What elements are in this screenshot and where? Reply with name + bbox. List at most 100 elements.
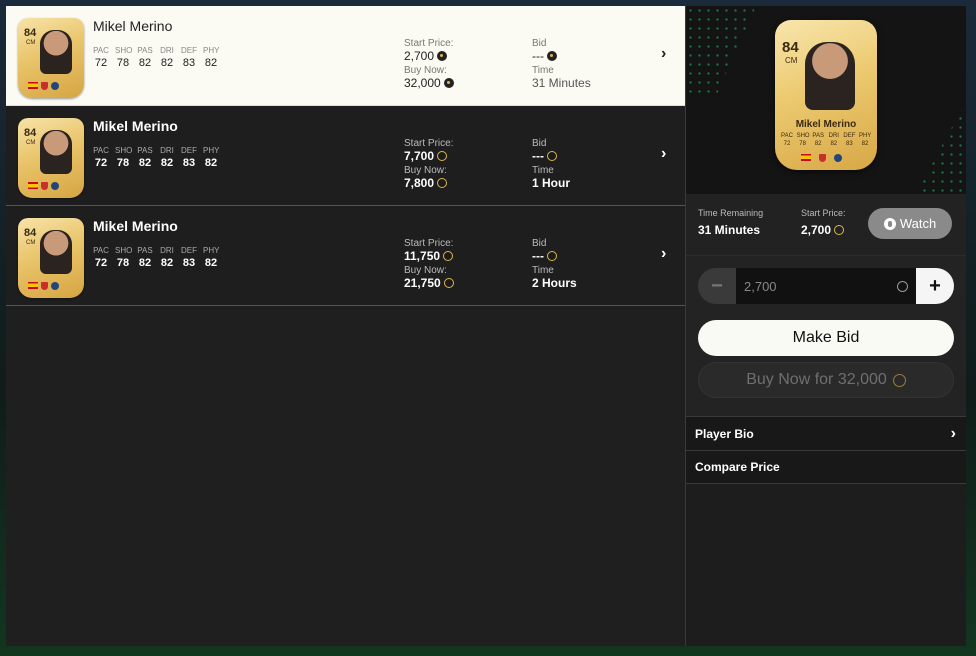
detail-menu: Player Bio › Compare Price [686, 416, 966, 484]
stat-pas: PAS 82 [137, 146, 153, 169]
club-badge-icon [51, 82, 59, 90]
start-price-amount: 2,700 [404, 49, 435, 63]
stat-value: 78 [116, 57, 130, 69]
stat-value: 83 [182, 57, 196, 69]
bid-label: Bid [532, 38, 547, 49]
stat-label: PAS [137, 146, 153, 155]
player-portrait [40, 130, 72, 174]
time-label: Time [532, 65, 554, 76]
card-position: CM [26, 40, 36, 46]
stat-phy: PHY 82 [203, 246, 219, 269]
listing-row[interactable]: 84 CM Mikel Merino PAC 72 SHO 78 PAS 82 DRI 82 DEF 8… [6, 6, 685, 106]
time-label: Time [532, 265, 554, 276]
stat-label: PHY [203, 46, 220, 55]
bid-label: Bid [532, 238, 547, 249]
coin-icon [437, 178, 448, 188]
coin-icon [892, 373, 906, 387]
stat-def: DEF 83 [181, 146, 197, 169]
league-badge-icon [41, 82, 48, 90]
bid-stepper: − 2,700 + [698, 268, 954, 304]
league-badge-icon [41, 282, 48, 290]
stat-value: 83 [182, 157, 196, 169]
stat-def: DEF 83 [181, 246, 197, 269]
stat-label: DRI [160, 46, 174, 55]
stat-pas: PAS 82 [137, 46, 153, 69]
card-stat-pac: PAC 72 [781, 132, 793, 148]
stat-def: DEF 83 [181, 46, 197, 69]
coin-icon [443, 278, 454, 288]
start-price-label: Start Price: [404, 238, 454, 249]
club-badge-icon [51, 182, 59, 190]
spain-flag-icon [801, 154, 811, 161]
start-price-block: Start Price: 2,700 [801, 208, 846, 237]
player-card-thumbnail: 84 CM [18, 118, 84, 198]
bid-value: --- [532, 49, 591, 63]
buy-now-label: Buy Now: [404, 165, 447, 176]
stat-value: 72 [783, 141, 791, 147]
stat-value: 82 [204, 257, 218, 269]
card-badges [801, 154, 842, 162]
player-portrait [805, 42, 855, 110]
buy-now-button-label: Buy Now for 32,000 [746, 371, 887, 388]
bid-amount-input[interactable]: 2,700 [736, 268, 916, 304]
start-price-label: Start Price: [801, 208, 846, 218]
menu-item-compare-price[interactable]: Compare Price [686, 450, 966, 484]
player-name: Mikel Merino [93, 118, 178, 134]
listing-row[interactable]: 84 CM Mikel Merino PAC 72 SHO 78 PAS 82 DRI 82 DEF 8… [6, 106, 685, 206]
make-bid-button[interactable]: Make Bid [698, 320, 954, 356]
stat-dri: DRI 82 [159, 46, 175, 69]
stat-label: PAC [93, 246, 109, 255]
coin-icon [547, 51, 557, 61]
stat-value: 82 [814, 141, 822, 147]
spain-flag-icon [28, 182, 38, 189]
card-badges [28, 182, 59, 190]
buy-now-button[interactable]: Buy Now for 32,000 [698, 362, 954, 398]
listing-row[interactable]: 84 CM Mikel Merino PAC 72 SHO 78 PAS 82 DRI 82 DEF 8… [6, 206, 685, 306]
player-portrait [40, 230, 72, 274]
watch-button[interactable]: Watch [868, 208, 952, 239]
bid-column: Bid --- Time 1 Hour [532, 138, 570, 192]
menu-item-label: Player Bio [695, 426, 754, 441]
stat-label: DRI [160, 246, 174, 255]
club-badge-icon [51, 282, 59, 290]
stat-value: 82 [138, 57, 152, 69]
stat-sho: SHO 78 [115, 246, 132, 269]
player-stats: PAC 72 SHO 78 PAS 82 DRI 82 DEF 83 PHY 82 [93, 46, 219, 69]
player-card-hero: 84 CM Mikel Merino PAC 72 SHO 78 PAS 82 DRI 82 D… [686, 6, 966, 194]
stat-value: 82 [160, 257, 174, 269]
card-stat-dri: DRI 82 [828, 132, 840, 148]
card-stats: PAC 72 SHO 78 PAS 82 DRI 82 DEF 83 PHY 82 [781, 132, 871, 148]
buy-now-amount: 7,800 [404, 176, 435, 190]
stat-sho: SHO 78 [115, 46, 133, 69]
card-position: CM [26, 240, 36, 246]
menu-item-player-bio[interactable]: Player Bio › [686, 416, 966, 450]
price-column: Start Price: 7,700 Buy Now: 7,800 [404, 138, 453, 192]
stat-value: 72 [94, 257, 108, 269]
bid-amount: --- [532, 49, 544, 63]
stat-value: 72 [94, 57, 108, 69]
time-remaining-label: Time Remaining [698, 208, 764, 218]
stat-value: 82 [204, 57, 218, 69]
card-badges [28, 82, 59, 90]
stat-label: DEF [181, 246, 197, 255]
increase-bid-button[interactable]: + [916, 268, 954, 304]
item-detail-panel: 84 CM Mikel Merino PAC 72 SHO 78 PAS 82 DRI 82 D… [686, 6, 966, 646]
player-name: Mikel Merino [93, 18, 173, 34]
buy-now-value: 7,800 [404, 176, 453, 190]
start-price-label: Start Price: [404, 38, 454, 49]
start-price-amount: 7,700 [404, 149, 435, 163]
stat-label: SHO [115, 46, 133, 55]
start-price-value: 7,700 [404, 149, 453, 163]
stat-label: PHY [858, 133, 872, 139]
stat-value: 82 [160, 57, 174, 69]
bid-amount-value: 2,700 [744, 278, 777, 294]
time-value: 31 Minutes [532, 76, 591, 90]
stat-pas: PAS 82 [137, 246, 153, 269]
decrease-bid-button[interactable]: − [698, 268, 736, 304]
chevron-right-icon: › [661, 245, 667, 262]
player-card-large: 84 CM Mikel Merino PAC 72 SHO 78 PAS 82 DRI 82 D… [775, 20, 877, 170]
start-price-value: 2,700 [801, 223, 846, 237]
stat-pac: PAC 72 [93, 146, 109, 169]
stat-label: SHO [115, 146, 133, 155]
buy-now-amount: 21,750 [404, 276, 441, 290]
